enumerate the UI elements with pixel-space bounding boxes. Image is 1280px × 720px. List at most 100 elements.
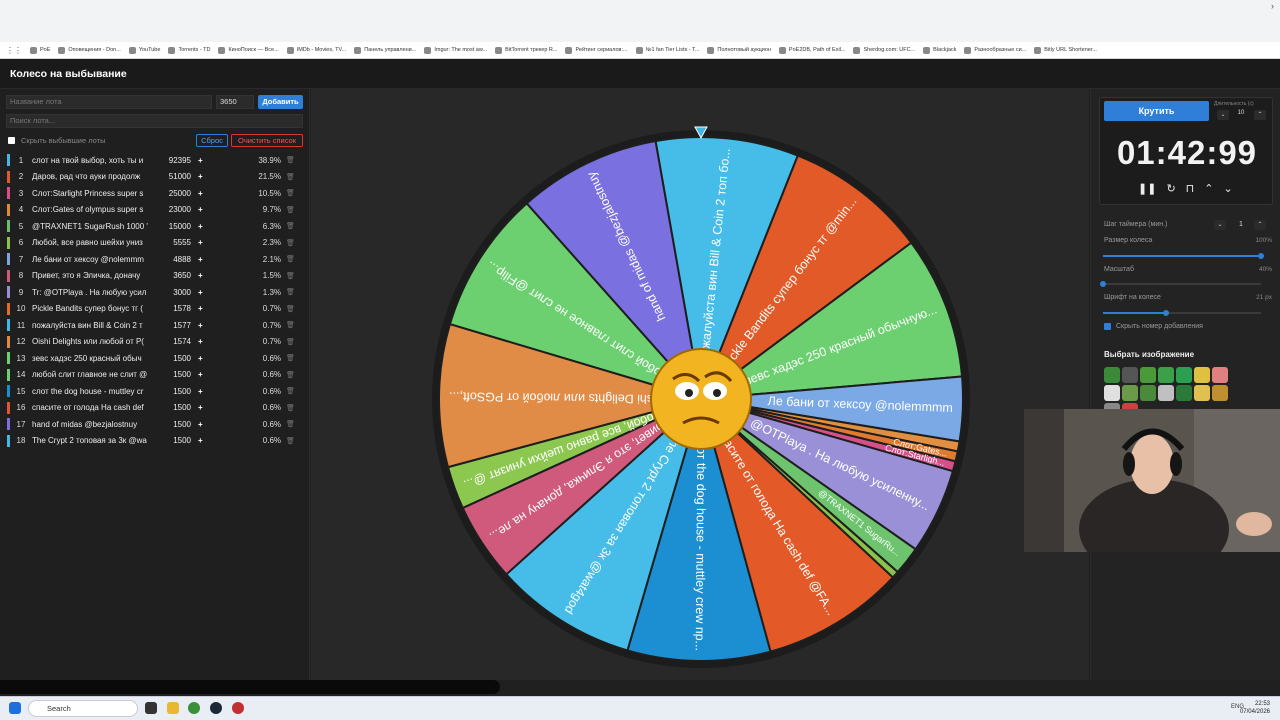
lot-amount[interactable]: 15000: [153, 222, 191, 231]
add-amount-button[interactable]: +: [198, 337, 203, 346]
lot-row[interactable]: 9 Tr: @OTPlaya . На любую усил 3000 +1.3% 🗑: [5, 284, 300, 301]
bookmark-item[interactable]: Рейтинг сериалов:...: [565, 46, 628, 54]
add-amount-button[interactable]: +: [198, 156, 203, 165]
image-option[interactable]: [1158, 385, 1174, 401]
bookmark-item[interactable]: Оповещения - Don...: [58, 46, 121, 54]
trash-icon[interactable]: 🗑: [286, 371, 295, 379]
trash-icon[interactable]: 🗑: [286, 387, 295, 395]
lot-row[interactable]: 6 Любой, все равно шейхи униз 5555 +2.3% 🗑: [5, 235, 300, 252]
restart-icon[interactable]: ↻: [1166, 182, 1175, 195]
trash-icon[interactable]: 🗑: [286, 222, 295, 230]
lot-amount[interactable]: 3650: [153, 271, 191, 280]
task-view-icon[interactable]: [145, 702, 157, 714]
wheel-size-slider[interactable]: [1103, 253, 1264, 259]
bookmark-item[interactable]: Imgur: The most aw...: [424, 46, 487, 54]
lot-amount[interactable]: 3000: [153, 288, 191, 297]
taskbar-search[interactable]: Search: [28, 700, 138, 717]
image-option[interactable]: [1104, 367, 1120, 383]
lot-amount[interactable]: 1500: [153, 420, 191, 429]
lot-name[interactable]: любой слит главное не слит @: [32, 370, 152, 379]
lot-amount[interactable]: 1500: [153, 387, 191, 396]
chrome-icon[interactable]: [188, 702, 200, 714]
lot-name[interactable]: пожалуйста вин Bill & Coin 2 т: [32, 321, 152, 330]
bookmark-item[interactable]: Torrents - TD: [168, 46, 210, 54]
trash-icon[interactable]: 🗑: [286, 272, 295, 280]
add-amount-button[interactable]: +: [198, 222, 203, 231]
image-option[interactable]: [1212, 367, 1228, 383]
clear-list-button[interactable]: Очистить список: [231, 134, 303, 147]
font-slider[interactable]: [1103, 310, 1261, 316]
add-amount-button[interactable]: +: [198, 205, 203, 214]
hide-eliminated-checkbox[interactable]: [8, 137, 15, 144]
image-option[interactable]: [1176, 385, 1192, 401]
duration-down-button[interactable]: ⌄: [1217, 110, 1229, 120]
chevron-up-icon[interactable]: ⌃: [1204, 182, 1213, 195]
hide-eliminated-toggle[interactable]: Скрыть выбывшие лоты: [8, 136, 106, 145]
lot-amount-input[interactable]: 3650: [216, 95, 254, 109]
lot-amount[interactable]: 1500: [153, 370, 191, 379]
trash-icon[interactable]: 🗑: [286, 404, 295, 412]
add-amount-button[interactable]: +: [198, 255, 203, 264]
file-explorer-icon[interactable]: [167, 702, 179, 714]
image-option[interactable]: [1122, 367, 1138, 383]
bookmark-item[interactable]: YouTube: [128, 46, 160, 54]
scale-knob[interactable]: [1100, 281, 1106, 287]
trash-icon[interactable]: 🗑: [286, 354, 295, 362]
lot-name[interactable]: Oishi Delights или любой от P(: [32, 337, 152, 346]
wheel[interactable]: пожалуйста вин Bill & Coin 2 топ бо...Pi…: [431, 124, 971, 669]
trash-icon[interactable]: 🗑: [286, 437, 295, 445]
lot-name[interactable]: @TRAXNET1 SugarRush 1000 ': [32, 222, 152, 231]
lot-amount[interactable]: 51000: [153, 172, 191, 181]
image-option[interactable]: [1194, 367, 1210, 383]
add-amount-button[interactable]: +: [198, 271, 203, 280]
add-amount-button[interactable]: +: [198, 304, 203, 313]
bookmark-item[interactable]: Sherdog.com: UFC...: [853, 46, 915, 54]
add-amount-button[interactable]: +: [198, 172, 203, 181]
bookmark-item[interactable]: №1 fan Tier Lists - T...: [635, 46, 699, 54]
lot-row[interactable]: 4 Слот:Gates of olympus super s 23000 +9.7%…: [5, 202, 300, 219]
lot-name[interactable]: The Crypt 2 топовая за 3к @wa: [32, 436, 152, 445]
lot-name[interactable]: Привет, это я Эличка, доначу: [32, 271, 152, 280]
lot-row[interactable]: 13 зевс хадэс 250 красный обыч 1500 +0.6% 🗑: [5, 350, 300, 367]
image-option[interactable]: [1104, 385, 1120, 401]
bookmark-item[interactable]: IMDb - Movies, TV...: [286, 46, 346, 54]
image-option[interactable]: [1140, 385, 1156, 401]
trash-icon[interactable]: 🗑: [286, 420, 295, 428]
clock[interactable]: 22:53 07/04/2026: [1240, 700, 1270, 716]
trash-icon[interactable]: 🗑: [286, 288, 295, 296]
hide-number-checkbox[interactable]: [1104, 323, 1111, 330]
trash-icon[interactable]: 🗑: [286, 255, 295, 263]
bookmark-item[interactable]: Полнотовый аукцион: [707, 46, 771, 54]
font-knob[interactable]: [1163, 310, 1170, 316]
lot-row[interactable]: 15 слот the dog house - muttley cr 1500 +0.…: [5, 383, 300, 400]
scale-slider[interactable]: [1100, 281, 1261, 287]
lot-name[interactable]: hand of midas @bezjalostnuy: [32, 420, 152, 429]
reset-button[interactable]: Сброс: [196, 134, 228, 147]
duration-input[interactable]: 10: [1231, 110, 1251, 116]
add-amount-button[interactable]: +: [198, 321, 203, 330]
hide-number-toggle[interactable]: Скрыть номер добавления: [1104, 323, 1203, 330]
lot-name[interactable]: спасите от голода На cash def: [32, 403, 152, 412]
bookmark-item[interactable]: Панель управлени...: [354, 46, 416, 54]
image-option[interactable]: [1158, 367, 1174, 383]
bookmark-icon[interactable]: ⊓: [1186, 182, 1195, 195]
trash-icon[interactable]: 🗑: [286, 305, 295, 313]
pause-icon[interactable]: ❚❚: [1138, 182, 1156, 195]
add-amount-button[interactable]: +: [198, 370, 203, 379]
lot-amount[interactable]: 5555: [153, 238, 191, 247]
trash-icon[interactable]: 🗑: [286, 338, 295, 346]
add-lot-button[interactable]: Добавить: [258, 95, 303, 109]
lot-amount[interactable]: 1500: [153, 354, 191, 363]
lot-row[interactable]: 3 Слот:Starlight Princess super s 25000 +10…: [5, 185, 300, 202]
add-amount-button[interactable]: +: [198, 403, 203, 412]
lot-amount[interactable]: 92395: [153, 156, 191, 165]
image-option[interactable]: [1140, 367, 1156, 383]
add-amount-button[interactable]: +: [198, 436, 203, 445]
app-icon[interactable]: [232, 702, 244, 714]
lot-name[interactable]: Слот:Starlight Princess super s: [32, 189, 152, 198]
lot-amount[interactable]: 1500: [153, 403, 191, 412]
lot-amount[interactable]: 1577: [153, 321, 191, 330]
bookmark-item[interactable]: BitTorrent трекер R...: [495, 46, 557, 54]
add-amount-button[interactable]: +: [198, 288, 203, 297]
lot-amount[interactable]: 1578: [153, 304, 191, 313]
